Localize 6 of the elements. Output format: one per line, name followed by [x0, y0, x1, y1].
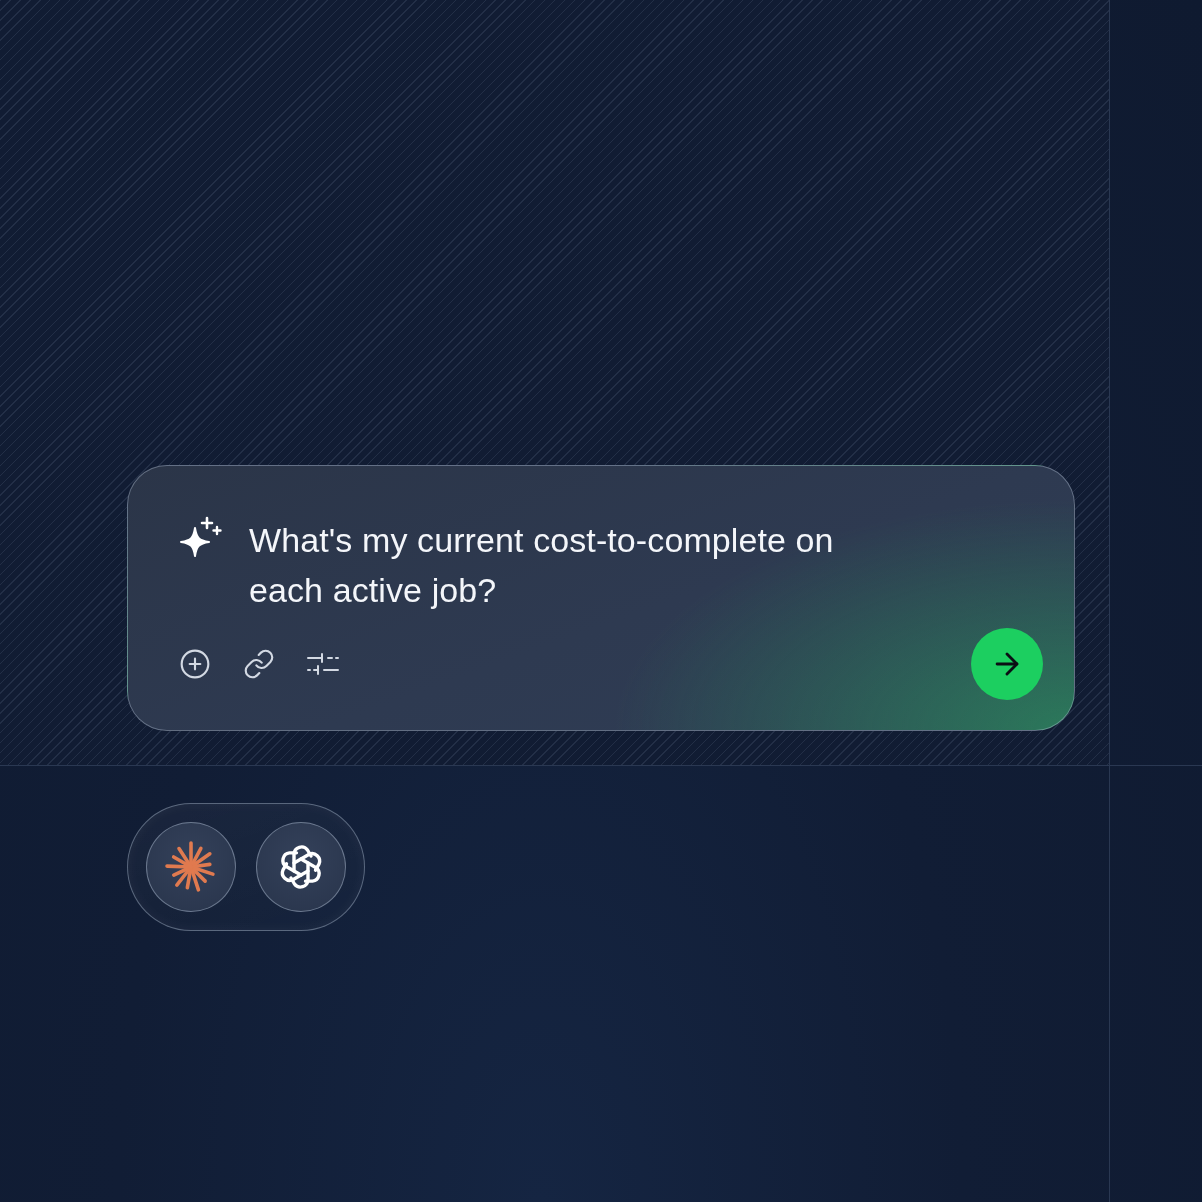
add-button[interactable] — [179, 648, 211, 680]
link-icon — [243, 648, 275, 680]
prompt-input-field[interactable]: What's my current cost-to-complete on each active job? — [249, 515, 899, 615]
starburst-icon — [165, 841, 217, 893]
link-button[interactable] — [243, 648, 275, 680]
plus-circle-icon — [179, 648, 211, 680]
